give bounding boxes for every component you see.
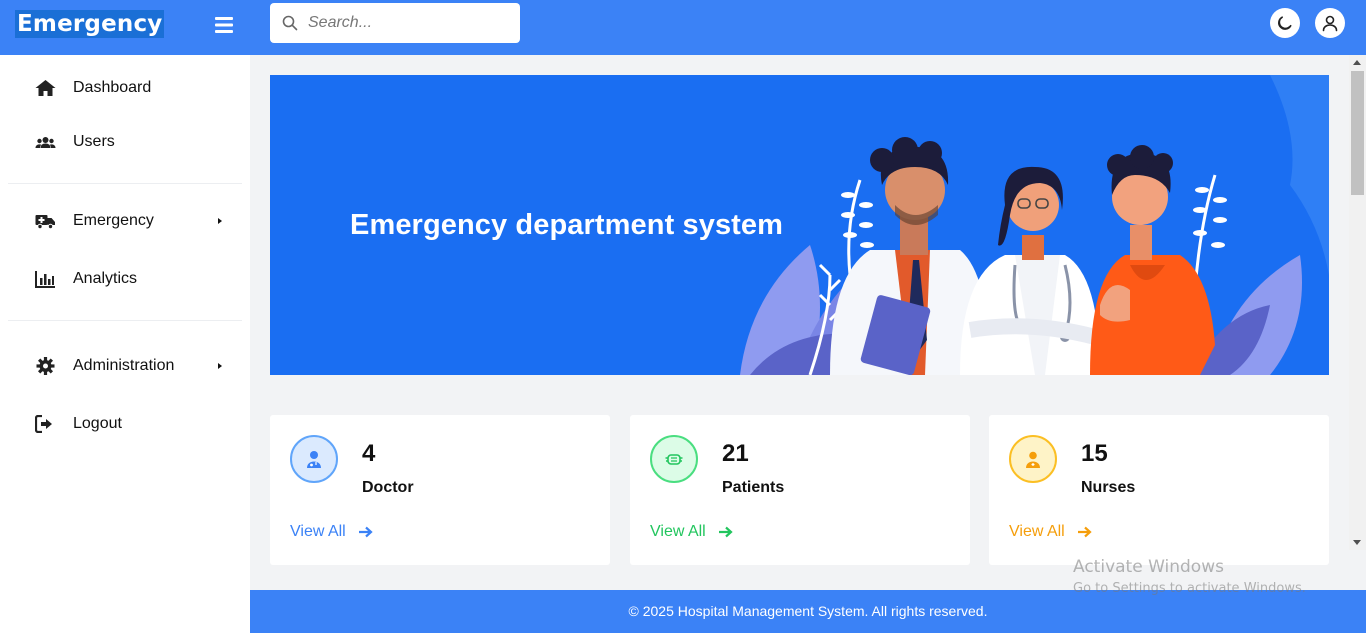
stat-card-nurses: 15 Nurses View All — [989, 415, 1329, 565]
stat-count: 15 — [1081, 440, 1108, 467]
view-all-label: View All — [290, 523, 346, 540]
sidebar-item-emergency[interactable]: Emergency — [0, 201, 250, 241]
sidebar-item-label: Analytics — [73, 270, 138, 287]
sidebar-divider — [8, 183, 242, 184]
arrow-right-icon — [1077, 526, 1092, 538]
menu-toggle-icon[interactable] — [213, 14, 235, 36]
sidebar-divider — [8, 320, 242, 321]
chart-bar-icon — [35, 271, 55, 288]
arrow-right-icon — [718, 526, 733, 538]
arrow-right-icon — [358, 526, 373, 538]
search-icon — [282, 15, 298, 31]
sidebar-item-users[interactable]: Users — [0, 122, 250, 162]
ambulance-icon — [35, 215, 55, 230]
view-all-doctors-link[interactable]: View All — [290, 523, 374, 541]
nurse-icon — [1009, 435, 1057, 483]
users-icon — [35, 137, 56, 148]
view-all-label: View All — [1009, 523, 1065, 540]
scroll-down-icon[interactable] — [1353, 540, 1361, 545]
footer: © 2025 Hospital Management System. All r… — [250, 590, 1366, 633]
stat-card-doctor: 4 Doctor View All — [270, 415, 610, 565]
dark-mode-toggle-icon[interactable] — [1270, 8, 1300, 38]
scroll-up-icon[interactable] — [1353, 60, 1361, 65]
stat-card-patients: 21 Patients View All — [630, 415, 970, 565]
watermark-subtitle: Go to Settings to activate Windows. — [1073, 581, 1306, 596]
doctor-icon — [290, 435, 338, 483]
scrollbar-thumb[interactable] — [1351, 71, 1364, 195]
stat-label: Nurses — [1081, 479, 1136, 496]
stat-label: Patients — [722, 479, 785, 496]
stat-count: 4 — [362, 440, 376, 467]
sidebar-item-label: Emergency — [73, 212, 154, 229]
stat-count: 21 — [722, 440, 749, 467]
sidebar-item-label: Administration — [73, 357, 175, 374]
banner-title: Emergency department system — [350, 209, 784, 241]
sidebar-item-dashboard[interactable]: Dashboard — [0, 68, 250, 108]
patient-mask-icon — [650, 435, 698, 483]
vertical-scrollbar[interactable] — [1349, 55, 1366, 550]
sidebar-item-label: Logout — [73, 415, 122, 432]
logout-icon — [35, 415, 52, 433]
chevron-right-icon — [218, 218, 222, 224]
search-box — [270, 3, 520, 43]
activate-windows-watermark: Activate Windows Go to Settings to activ… — [1073, 557, 1306, 596]
user-profile-icon[interactable] — [1315, 8, 1345, 38]
sidebar-item-administration[interactable]: Administration — [0, 346, 250, 386]
brand-logo[interactable]: Emergency — [15, 10, 165, 38]
gear-icon — [36, 357, 55, 375]
chevron-right-icon — [218, 363, 222, 369]
home-icon — [35, 80, 56, 96]
hero-banner: Emergency department system — [270, 75, 1329, 375]
view-all-patients-link[interactable]: View All — [650, 523, 734, 541]
sidebar-item-analytics[interactable]: Analytics — [0, 259, 250, 299]
top-navbar: Emergency — [0, 0, 1366, 55]
search-input[interactable] — [308, 3, 508, 43]
sidebar: Dashboard Users Emergency Analytics Admi… — [0, 55, 250, 633]
stat-label: Doctor — [362, 479, 414, 496]
watermark-title: Activate Windows — [1073, 557, 1224, 577]
sidebar-item-label: Dashboard — [73, 79, 152, 96]
view-all-nurses-link[interactable]: View All — [1009, 523, 1093, 541]
sidebar-item-logout[interactable]: Logout — [0, 404, 250, 444]
sidebar-item-label: Users — [73, 133, 115, 150]
view-all-label: View All — [650, 523, 706, 540]
main-content: Emergency department system 4 Doctor Vie… — [250, 55, 1366, 590]
